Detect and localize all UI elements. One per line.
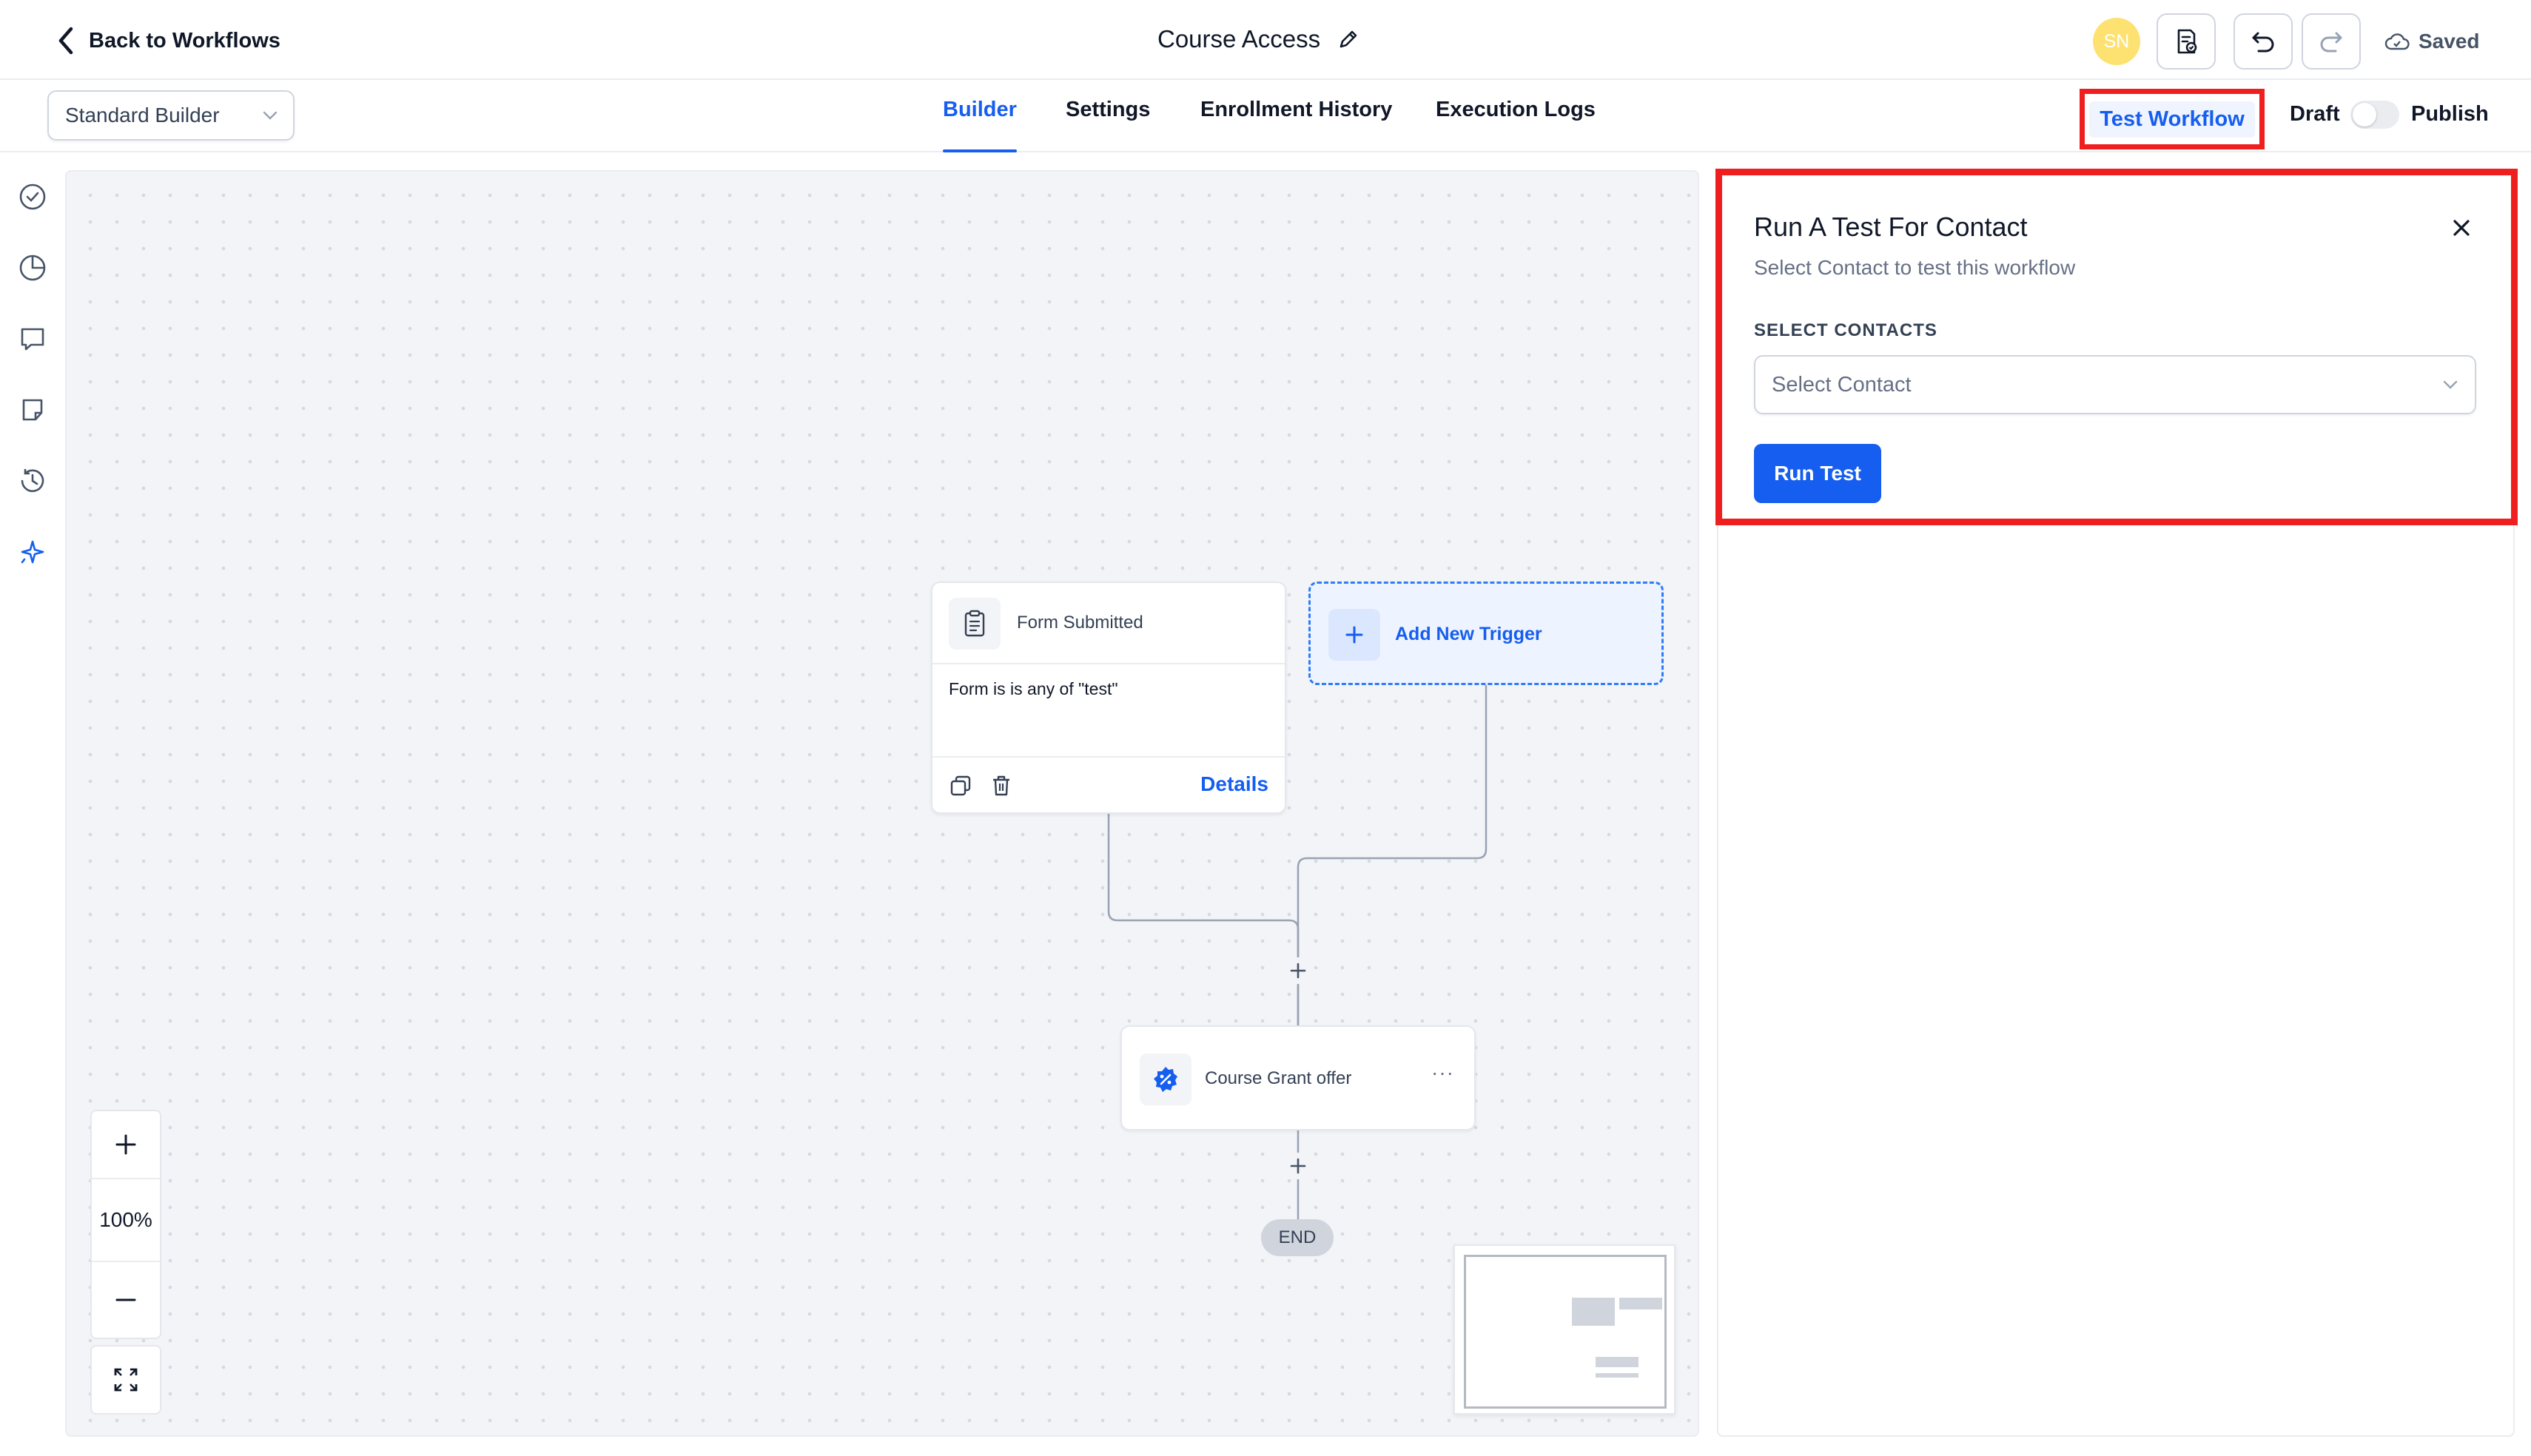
- zoom-out-button[interactable]: [92, 1262, 160, 1338]
- minimap-nodes: [1572, 1298, 1662, 1378]
- more-options-icon[interactable]: ···: [1431, 1061, 1454, 1085]
- publish-label: Publish: [2411, 102, 2489, 126]
- undo-icon: [2252, 32, 2274, 53]
- add-new-trigger-button[interactable]: Add New Trigger: [1308, 582, 1664, 685]
- back-label: Back to Workflows: [89, 28, 280, 53]
- document-check-icon: [2177, 29, 2197, 54]
- workflow-canvas[interactable]: Form Submitted Form is is any of "test" …: [65, 170, 1699, 1437]
- undo-button[interactable]: [2233, 13, 2293, 70]
- comment-icon[interactable]: [16, 323, 49, 355]
- contact-select-placeholder: Select Contact: [1772, 372, 1912, 397]
- plus-icon: [1328, 609, 1380, 661]
- tab-execution-logs[interactable]: Execution Logs: [1436, 98, 1596, 152]
- publish-toggle[interactable]: [2350, 101, 2399, 129]
- trash-icon[interactable]: [990, 774, 1012, 798]
- builder-select-value: Standard Builder: [65, 104, 220, 127]
- chevron-down-icon: [2443, 380, 2458, 389]
- test-workflow-button[interactable]: Test Workflow: [2089, 101, 2255, 138]
- zoom-level: 100%: [92, 1179, 160, 1262]
- sparkle-icon[interactable]: [16, 536, 49, 568]
- trigger-name: Form Submitted: [1017, 613, 1143, 633]
- action-name: Course Grant offer: [1205, 1068, 1352, 1088]
- check-circle-icon[interactable]: [16, 181, 49, 213]
- back-to-workflows-link[interactable]: Back to Workflows: [56, 22, 280, 59]
- action-node[interactable]: Course Grant offer ···: [1120, 1025, 1476, 1130]
- test-workflow-highlight: Test Workflow: [2080, 89, 2265, 149]
- copy-icon[interactable]: [949, 774, 972, 798]
- builder-type-select[interactable]: Standard Builder: [47, 90, 295, 141]
- zoom-controls: 100%: [90, 1110, 161, 1339]
- note-icon[interactable]: [16, 394, 49, 426]
- workflow-title: Course Access: [1157, 22, 1360, 56]
- plus-icon: [1290, 963, 1306, 979]
- review-button[interactable]: [2157, 13, 2216, 70]
- saved-label: Saved: [2419, 30, 2480, 53]
- panel-title: Run A Test For Contact: [1754, 212, 2028, 242]
- draft-label: Draft: [2290, 102, 2340, 126]
- trigger-node[interactable]: Form Submitted Form is is any of "test" …: [931, 582, 1286, 814]
- sub-bar: Standard Builder Builder Settings Enroll…: [0, 80, 2531, 152]
- course-badge-icon: [1140, 1054, 1191, 1105]
- details-link[interactable]: Details: [1200, 772, 1268, 796]
- trigger-condition: Form is is any of "test": [949, 679, 1118, 698]
- edit-pencil-icon[interactable]: [1337, 27, 1360, 51]
- clipboard-icon: [949, 598, 1001, 650]
- add-step-button-bottom[interactable]: [1285, 1153, 1311, 1179]
- toggle-knob: [2353, 103, 2376, 127]
- add-step-button[interactable]: [1285, 957, 1311, 984]
- tab-enrollment-history[interactable]: Enrollment History: [1200, 98, 1392, 152]
- run-test-button[interactable]: Run Test: [1754, 444, 1881, 503]
- chevron-left-icon: [58, 27, 73, 55]
- trigger-node-footer: Details: [932, 756, 1285, 812]
- tab-settings[interactable]: Settings: [1066, 98, 1150, 152]
- plus-icon: [1290, 1158, 1306, 1174]
- select-contacts-label: SELECT CONTACTS: [1754, 320, 1937, 340]
- contact-select[interactable]: Select Contact: [1754, 355, 2476, 414]
- add-new-trigger-label: Add New Trigger: [1395, 624, 1542, 644]
- end-marker: END: [1261, 1219, 1334, 1256]
- save-status: Saved: [2384, 25, 2480, 58]
- plus-icon: [115, 1134, 136, 1155]
- minimap[interactable]: [1453, 1244, 1675, 1415]
- trigger-node-header: Form Submitted: [932, 583, 1285, 664]
- close-icon[interactable]: [2447, 213, 2476, 243]
- cloud-check-icon: [2384, 33, 2410, 50]
- zoom-in-button[interactable]: [92, 1111, 160, 1179]
- history-icon[interactable]: [16, 465, 49, 497]
- workflow-title-text: Course Access: [1157, 25, 1321, 53]
- avatar[interactable]: SN: [2093, 18, 2140, 65]
- redo-button[interactable]: [2302, 13, 2361, 70]
- redo-icon: [2320, 32, 2342, 53]
- chevron-down-icon: [263, 111, 278, 120]
- expand-icon: [114, 1368, 138, 1392]
- fit-view-button[interactable]: [90, 1345, 161, 1415]
- pie-chart-icon[interactable]: [16, 252, 49, 284]
- minus-icon: [115, 1298, 136, 1301]
- top-bar: Back to Workflows Course Access SN Saved: [0, 0, 2531, 80]
- tab-builder[interactable]: Builder: [943, 98, 1017, 152]
- panel-subtitle: Select Contact to test this workflow: [1754, 256, 2076, 279]
